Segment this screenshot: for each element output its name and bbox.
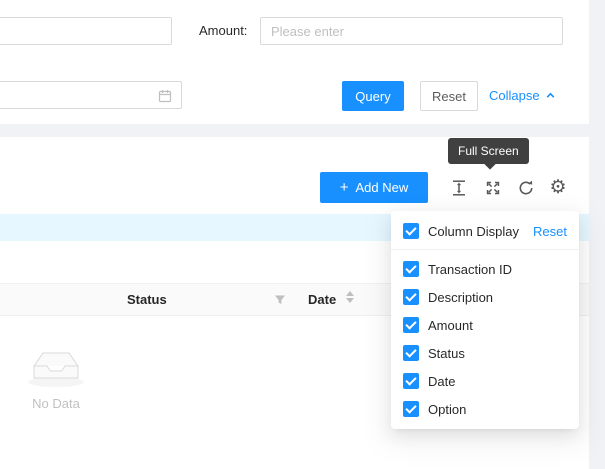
empty-inbox-icon — [24, 347, 88, 388]
checkbox-checked-icon[interactable] — [403, 223, 419, 239]
column-item-label: Option — [428, 402, 466, 417]
checkbox-checked-icon[interactable] — [403, 317, 419, 333]
amount-input[interactable] — [260, 17, 563, 45]
reload-glyph — [517, 179, 535, 197]
column-toggle-item-status[interactable]: Status — [391, 339, 579, 367]
column-settings-header: Column Display Reset — [391, 211, 579, 249]
filter-field-left[interactable] — [0, 17, 172, 45]
collapse-link[interactable]: Collapse — [489, 88, 556, 103]
column-toggle-list: Transaction ID Description Amount Status… — [391, 250, 579, 429]
column-toggle-item-transaction-id[interactable]: Transaction ID — [391, 255, 579, 283]
empty-state: No Data — [0, 347, 126, 411]
density-icon[interactable] — [450, 179, 468, 197]
add-new-button[interactable]: + Add New — [320, 172, 428, 203]
page: Amount: Query Reset Collapse + Add New — [0, 0, 605, 469]
date-picker-input[interactable] — [0, 81, 182, 109]
column-settings-reset-link[interactable]: Reset — [533, 224, 567, 239]
column-display-title: Column Display — [428, 224, 524, 239]
fullscreen-icon[interactable] — [484, 179, 502, 197]
tooltip-text: Full Screen — [458, 144, 519, 158]
checkbox-checked-icon[interactable] — [403, 401, 419, 417]
sort-ascending-caret — [346, 291, 354, 296]
column-toggle-item-description[interactable]: Description — [391, 283, 579, 311]
fullscreen-glyph — [484, 179, 502, 197]
column-item-label: Status — [428, 346, 465, 361]
column-settings-dropdown: Column Display Reset Transaction ID Desc… — [391, 211, 579, 429]
chevron-up-icon — [545, 90, 556, 101]
checkbox-checked-icon[interactable] — [403, 289, 419, 305]
full-screen-tooltip: Full Screen — [448, 138, 529, 164]
calendar-icon — [158, 89, 172, 103]
column-toggle-item-date[interactable]: Date — [391, 367, 579, 395]
amount-label: Amount: — [199, 23, 247, 38]
empty-text: No Data — [32, 396, 80, 411]
collapse-label: Collapse — [489, 88, 540, 103]
settings-gear-icon[interactable]: ⚙ — [549, 179, 567, 197]
column-toggle-item-option[interactable]: Option — [391, 395, 579, 423]
query-button[interactable]: Query — [342, 81, 404, 111]
sort-descending-caret — [346, 298, 354, 303]
column-header-date[interactable]: Date — [308, 292, 336, 307]
column-header-status[interactable]: Status — [127, 292, 167, 307]
sort-carets-icon[interactable] — [346, 291, 354, 303]
column-height-glyph — [450, 179, 468, 197]
checkbox-checked-icon[interactable] — [403, 373, 419, 389]
column-item-label: Transaction ID — [428, 262, 512, 277]
reset-button[interactable]: Reset — [420, 81, 478, 111]
column-item-label: Date — [428, 374, 455, 389]
column-item-label: Amount — [428, 318, 473, 333]
filter-funnel-icon[interactable] — [274, 294, 286, 306]
plus-icon: + — [340, 180, 349, 195]
checkbox-checked-icon[interactable] — [403, 261, 419, 277]
reload-icon[interactable] — [517, 179, 535, 197]
filter-panel: Amount: Query Reset Collapse — [0, 0, 589, 124]
checkbox-checked-icon[interactable] — [403, 345, 419, 361]
column-item-label: Description — [428, 290, 493, 305]
column-toggle-item-amount[interactable]: Amount — [391, 311, 579, 339]
add-new-label: Add New — [356, 180, 409, 195]
